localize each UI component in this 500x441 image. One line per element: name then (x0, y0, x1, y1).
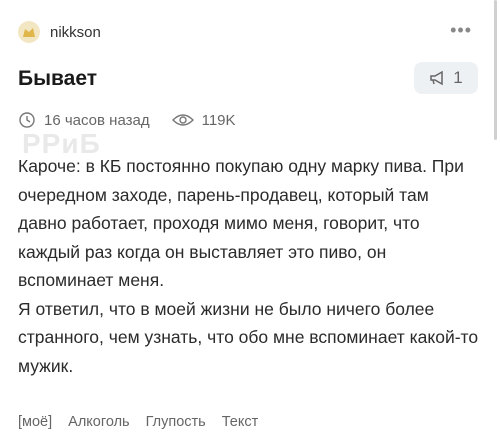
post-body: Кароче: в КБ постоянно покупаю одну марк… (18, 152, 482, 380)
post-meta: 16 часов назад 119K (18, 108, 258, 132)
post-title[interactable]: Бывает (18, 67, 97, 91)
more-options-button[interactable]: ••• (450, 20, 472, 41)
post-header: nikkson ••• (18, 18, 482, 46)
clock-icon (19, 112, 35, 128)
title-row: Бывает 1 (18, 62, 478, 96)
paragraph: Я ответил, что в моей жизни не было ниче… (18, 298, 479, 376)
vote-count: 1 (453, 68, 463, 87)
time-info: 16 часов назад (18, 111, 150, 129)
eye-icon (171, 114, 194, 126)
tag-item[interactable]: Алкоголь (68, 414, 129, 430)
scrollbar[interactable] (494, 0, 497, 140)
tag-item[interactable]: Глупость (146, 414, 206, 430)
vote-button[interactable]: 1 (414, 62, 478, 94)
tags-list: [моё] Алкоголь Глупость Текст (18, 410, 274, 434)
tag-item[interactable]: [моё] (18, 414, 52, 430)
paragraph: Кароче: в КБ постоянно покупаю одну марк… (18, 156, 464, 290)
views-info: 119K (171, 111, 236, 129)
avatar-icon (23, 28, 35, 37)
author-name[interactable]: nikkson (50, 24, 101, 41)
time-ago: 16 часов назад (44, 111, 150, 129)
avatar[interactable] (18, 21, 40, 43)
tag-item[interactable]: Текст (222, 414, 259, 430)
views-count: 119K (201, 111, 236, 129)
megaphone-icon (430, 70, 444, 86)
